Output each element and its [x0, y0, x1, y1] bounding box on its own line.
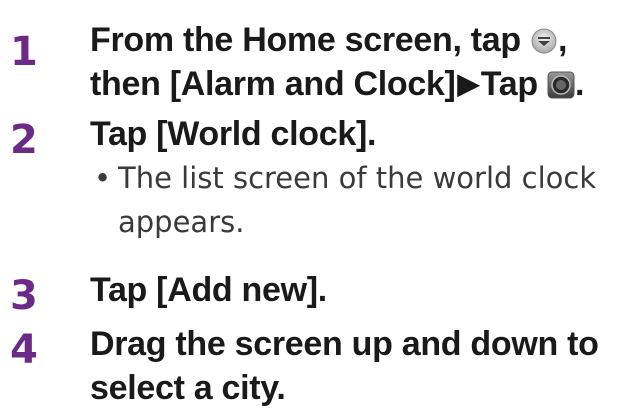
step-1-line2-a: then [Alarm and Clock]	[90, 65, 456, 103]
step-4-number: 4	[10, 327, 38, 373]
step-4-line2: select a city.	[90, 369, 286, 407]
step-2-number: 2	[10, 117, 38, 163]
bullet-dot: •	[94, 161, 112, 195]
step-1-line2-b: Tap	[480, 65, 547, 103]
clock-app-icon	[547, 71, 575, 99]
step-4-line1: Drag the screen up and down to	[90, 325, 599, 363]
step-3-text: Tap [Add new].	[90, 271, 327, 309]
step-2-note: • The list screen of the world clock app…	[94, 156, 618, 244]
step-2-note-line2: appears.	[118, 205, 245, 239]
step-2-text: Tap [World clock].	[90, 115, 377, 153]
step-1-text: From the Home screen, tap , then [Alarm …	[90, 18, 635, 106]
step-3-number: 3	[10, 273, 38, 319]
menu-icon	[530, 27, 558, 55]
step-1-line2-c: .	[574, 65, 585, 103]
step-1-line1-a: From the Home screen, tap	[90, 21, 530, 59]
step-2-note-line1: The list screen of the world clock	[118, 161, 597, 195]
arrow-right-icon: ▶	[457, 68, 480, 99]
step-4-text: Drag the screen up and down to select a …	[90, 322, 635, 410]
step-1-line1-b: ,	[557, 21, 568, 59]
step-1-number: 1	[10, 29, 38, 75]
